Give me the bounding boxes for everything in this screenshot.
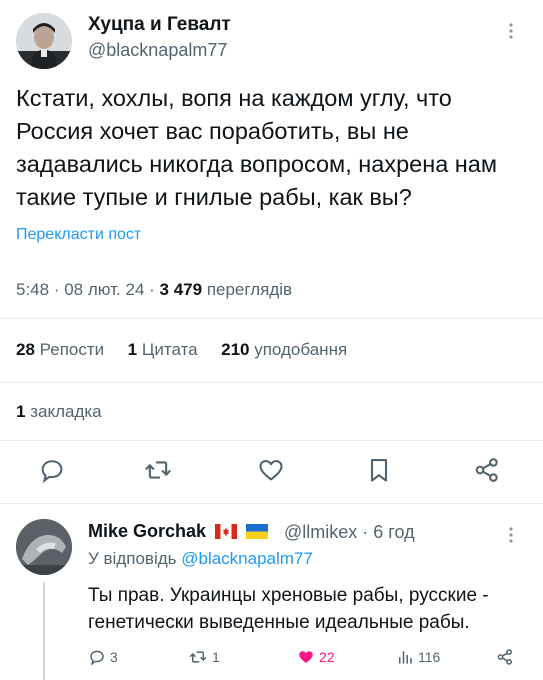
reply-like-button[interactable]: 22 <box>297 648 335 666</box>
reply-share-button[interactable] <box>496 648 518 666</box>
divider <box>0 503 543 504</box>
replying-to: У відповідь @blacknapalm77 <box>88 549 313 569</box>
likes-label: уподобання <box>254 340 348 359</box>
meta-separator: · <box>149 280 160 299</box>
views-icon <box>399 651 412 664</box>
repost-icon <box>189 651 207 663</box>
reply-author-handle[interactable]: @llmikex <box>284 522 357 542</box>
divider <box>0 382 543 383</box>
like-icon[interactable] <box>257 456 287 486</box>
share-icon <box>497 649 512 665</box>
reposts-count: 28 <box>16 340 35 359</box>
author-handle[interactable]: @blacknapalm77 <box>88 40 227 61</box>
views-label: переглядів <box>206 280 293 299</box>
quotes-label: Цитата <box>141 340 198 359</box>
quotes-count: 1 <box>127 340 138 359</box>
meta-separator: · <box>53 280 65 299</box>
translate-link[interactable]: Перекласти пост <box>16 226 141 244</box>
like-filled-icon <box>299 651 313 663</box>
reply-author-handle-line: @llmikex · 6 год <box>284 522 415 543</box>
reply-more-dots-icon[interactable] <box>508 526 514 549</box>
reposts-stat[interactable]: 28 Репости <box>16 340 104 359</box>
tweet-text: Кстати, хохлы, вопя на каждом углу, что … <box>16 85 497 210</box>
repost-icon[interactable] <box>144 456 174 486</box>
tweet-date[interactable]: 08 лют. 24 <box>64 280 144 299</box>
likes-count: 210 <box>221 340 250 359</box>
replying-prefix: У відповідь <box>88 549 177 568</box>
canada-flag-icon <box>215 523 238 544</box>
reply-likes-count: 22 <box>319 649 335 665</box>
reply-author-name[interactable]: Mike Gorchak <box>88 521 269 544</box>
more-dots-icon[interactable] <box>508 22 514 45</box>
author-name[interactable]: Хуцпа и Гевалт <box>88 14 231 36</box>
reply-reposts-count: 1 <box>212 649 220 665</box>
thread-line <box>43 582 45 680</box>
reply-icon <box>90 650 104 666</box>
tweet-time[interactable]: 5:48 <box>16 280 49 299</box>
reply-views-count: 116 <box>418 649 441 665</box>
views-count: 3 479 <box>159 280 203 299</box>
divider <box>0 440 543 441</box>
reply-views-button[interactable]: 116 <box>396 648 440 666</box>
reply-icon[interactable] <box>38 456 68 486</box>
divider <box>0 318 543 319</box>
likes-stat[interactable]: 210 уподобання <box>221 340 347 359</box>
ukraine-flag-icon <box>246 523 269 544</box>
reply-author-name-text: Mike Gorchak <box>88 521 207 541</box>
bookmarks-label: закладка <box>30 402 102 421</box>
bookmark-icon[interactable] <box>365 456 395 486</box>
bookmarks-stat[interactable]: 1 закладка <box>16 402 102 422</box>
engagement-stats: 28 Репости 1 Цитата 210 уподобання <box>16 340 347 360</box>
reply-author-avatar[interactable] <box>16 519 72 575</box>
bookmarks-count: 1 <box>16 402 26 421</box>
share-icon[interactable] <box>473 456 503 486</box>
reposts-label: Репости <box>39 340 105 359</box>
reply-replies-count: 3 <box>110 649 118 665</box>
reply-repost-button[interactable]: 1 <box>188 648 220 666</box>
author-avatar[interactable] <box>16 13 72 69</box>
reply-reply-button[interactable]: 3 <box>88 648 118 666</box>
reply-age[interactable]: 6 год <box>373 522 414 542</box>
reply-text: Ты прав. Украинцы хреновые рабы, русские… <box>88 585 489 633</box>
tweet-meta: 5:48 · 08 лют. 24 · 3 479 переглядів <box>16 280 292 300</box>
replying-to-handle[interactable]: @blacknapalm77 <box>181 549 313 568</box>
meta-separator: · <box>362 522 374 542</box>
quotes-stat[interactable]: 1 Цитата <box>128 340 198 359</box>
